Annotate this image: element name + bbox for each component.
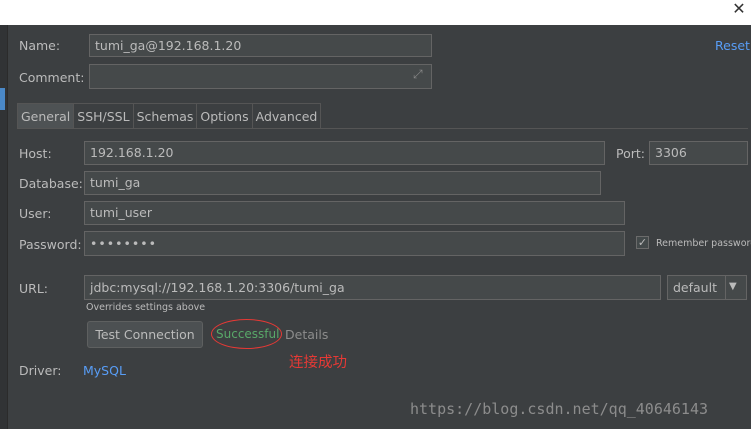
host-label: Host: [19, 146, 52, 161]
tab-options[interactable]: Options [196, 103, 253, 128]
port-input[interactable]: 3306 [649, 141, 748, 165]
driver-label: Driver: [19, 363, 62, 378]
watermark-text: https://blog.csdn.net/qq_40646143 [410, 400, 709, 418]
details-link[interactable]: Details [285, 327, 328, 342]
url-mode-value: default [673, 280, 717, 295]
connection-status: Successful [216, 327, 280, 341]
select-divider [725, 276, 726, 299]
url-input[interactable]: jdbc:mysql://192.168.1.20:3306/tumi_ga [84, 275, 661, 300]
tab-bar: General SSH/SSL Schemas Options Advanced [17, 103, 322, 128]
tab-schemas[interactable]: Schemas [132, 103, 198, 128]
title-bar [0, 0, 751, 25]
reset-link[interactable]: Reset [715, 38, 750, 53]
close-icon[interactable]: ✕ [731, 0, 747, 20]
host-input[interactable]: 192.168.1.20 [84, 141, 605, 165]
port-label: Port: [616, 146, 645, 161]
chevron-down-icon[interactable]: ▼ [729, 281, 737, 292]
tab-advanced[interactable]: Advanced [251, 103, 322, 128]
password-label: Password: [19, 237, 82, 252]
url-hint: Overrides settings above [86, 302, 206, 313]
driver-link[interactable]: MySQL [83, 363, 126, 378]
user-label: User: [19, 206, 52, 221]
annotation-text: 连接成功 [289, 355, 347, 371]
name-input[interactable]: tumi_ga@192.168.1.20 [89, 34, 432, 57]
database-label: Database: [19, 176, 83, 191]
test-connection-button[interactable]: Test Connection [87, 321, 203, 348]
remember-password-checkbox[interactable]: ✓ [636, 236, 649, 249]
tab-divider [17, 128, 748, 129]
comment-label: Comment: [19, 70, 85, 85]
url-label: URL: [19, 281, 49, 296]
expand-icon[interactable]: ⤢ [413, 67, 423, 82]
left-panel-selection-marker [0, 88, 5, 110]
user-input[interactable]: tumi_user [84, 201, 625, 225]
remember-password-label[interactable]: Remember password [656, 238, 751, 249]
left-panel-edge [0, 25, 8, 429]
tab-ssh-ssl[interactable]: SSH/SSL [73, 103, 134, 128]
comment-input[interactable] [89, 64, 432, 89]
database-input[interactable]: tumi_ga [84, 171, 601, 195]
name-label: Name: [19, 38, 61, 53]
tab-general[interactable]: General [17, 103, 75, 128]
password-input[interactable]: •••••••• [84, 231, 625, 256]
